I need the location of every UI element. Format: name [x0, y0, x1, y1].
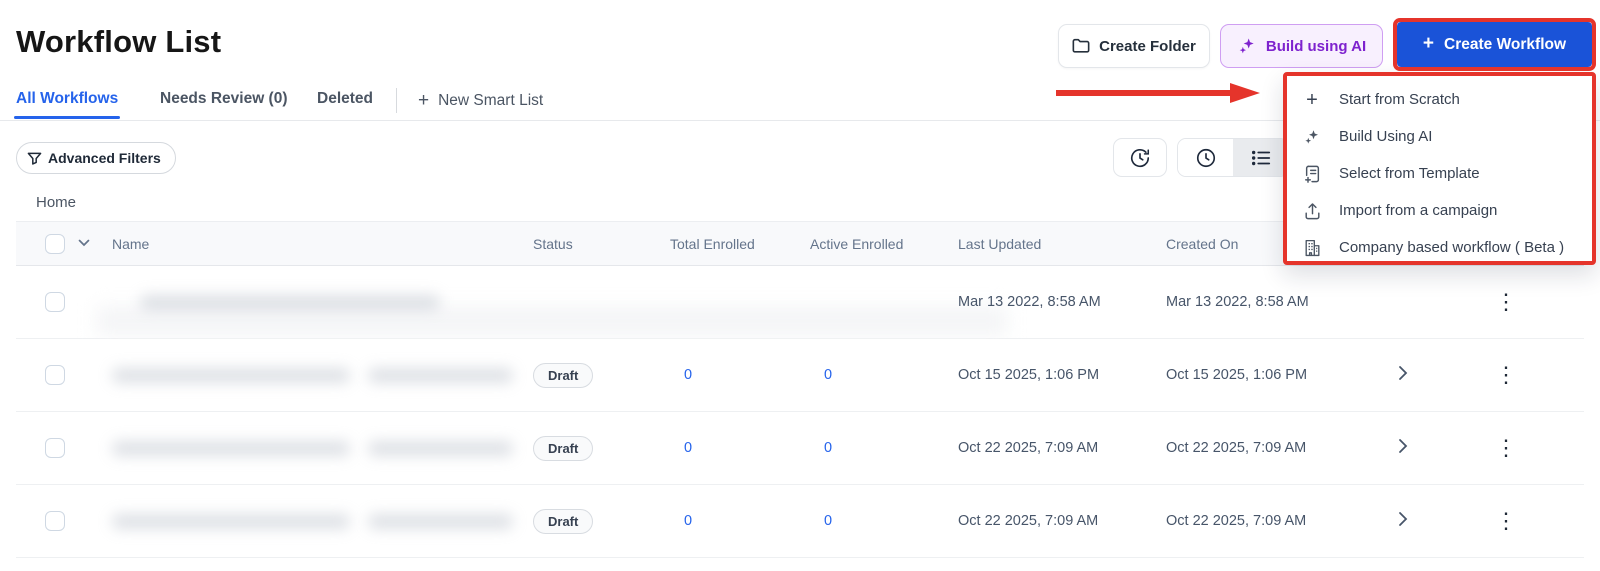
menu-item-label: Build Using AI — [1339, 128, 1432, 145]
company-building-icon — [1302, 239, 1322, 257]
create-workflow-dropdown: + Start from Scratch Build Using AI — [1283, 72, 1596, 265]
build-using-ai-label: Build using AI — [1266, 38, 1366, 55]
plus-icon: + — [1423, 33, 1434, 55]
import-upload-icon — [1302, 202, 1322, 220]
create-workflow-label: Create Workflow — [1444, 36, 1566, 54]
view-toggle — [1177, 138, 1289, 177]
menu-item-label: Import from a campaign — [1339, 202, 1497, 219]
col-name: Name — [112, 236, 149, 252]
active-enrolled-value[interactable]: 0 — [824, 513, 832, 529]
redacted-name-blur — [368, 514, 513, 529]
row-checkbox[interactable] — [45, 365, 65, 385]
menu-item-build-using-ai[interactable]: Build Using AI — [1287, 118, 1592, 155]
menu-item-company-based-workflow[interactable]: Company based workflow ( Beta ) — [1287, 229, 1592, 266]
view-recent-toggle[interactable] — [1178, 139, 1233, 176]
view-list-toggle[interactable] — [1233, 139, 1288, 176]
row-menu-kebab-icon[interactable]: ⋮ — [1494, 359, 1518, 391]
status-badge: Draft — [533, 436, 593, 461]
new-smart-list-label: New Smart List — [438, 92, 543, 110]
status-badge: Draft — [533, 363, 593, 388]
menu-item-label: Select from Template — [1339, 165, 1480, 182]
col-active-enrolled: Active Enrolled — [810, 236, 903, 252]
chevron-down-icon[interactable] — [78, 239, 90, 247]
created-on-value: Oct 22 2025, 7:09 AM — [1166, 513, 1306, 529]
row-checkbox[interactable] — [45, 511, 65, 531]
menu-item-start-from-scratch[interactable]: + Start from Scratch — [1287, 81, 1592, 118]
status-badge: Draft — [533, 509, 593, 534]
last-updated-value: Oct 22 2025, 7:09 AM — [958, 513, 1098, 529]
created-on-value: Oct 22 2025, 7:09 AM — [1166, 440, 1306, 456]
last-updated-value: Oct 15 2025, 1:06 PM — [958, 367, 1099, 383]
total-enrolled-value[interactable]: 0 — [684, 513, 692, 529]
redacted-name-blur — [368, 368, 513, 383]
sparkles-icon — [1237, 36, 1257, 56]
row-menu-kebab-icon[interactable]: ⋮ — [1494, 432, 1518, 464]
page-title: Workflow List — [16, 24, 221, 60]
col-total-enrolled: Total Enrolled — [670, 236, 755, 252]
row-checkbox[interactable] — [45, 438, 65, 458]
last-updated-value: Mar 13 2022, 8:58 AM — [958, 294, 1101, 310]
advanced-filters-label: Advanced Filters — [48, 150, 161, 166]
active-enrolled-value[interactable]: 0 — [824, 367, 832, 383]
menu-item-label: Company based workflow ( Beta ) — [1339, 239, 1564, 256]
table-row[interactable]: Draft 0 0 Oct 22 2025, 7:09 AM Oct 22 20… — [16, 412, 1584, 485]
annotation-box-create-workflow: + Create Workflow — [1393, 18, 1596, 71]
menu-item-label: Start from Scratch — [1339, 91, 1460, 108]
redacted-name-blur — [112, 514, 350, 529]
row-menu-kebab-icon[interactable]: ⋮ — [1494, 286, 1518, 318]
redacted-name-blur — [112, 441, 350, 456]
plus-icon: + — [1302, 91, 1322, 109]
tab-needs-review[interactable]: Needs Review (0) — [160, 90, 288, 108]
chevron-right-icon[interactable] — [1398, 511, 1408, 527]
funnel-icon — [27, 151, 42, 166]
chevron-right-icon[interactable] — [1398, 438, 1408, 454]
build-using-ai-button[interactable]: Build using AI — [1220, 24, 1383, 68]
table-row[interactable]: Draft 0 0 Oct 15 2025, 1:06 PM Oct 15 20… — [16, 339, 1584, 412]
row-checkbox[interactable] — [45, 292, 65, 312]
template-icon — [1302, 165, 1322, 183]
tab-divider — [396, 88, 397, 113]
total-enrolled-value[interactable]: 0 — [684, 440, 692, 456]
col-status: Status — [533, 236, 573, 252]
row-menu-kebab-icon[interactable]: ⋮ — [1494, 505, 1518, 537]
created-on-value: Mar 13 2022, 8:58 AM — [1166, 294, 1309, 310]
workflow-table: Name Status Total Enrolled Active Enroll… — [16, 221, 1584, 558]
table-row[interactable]: Draft 0 0 Oct 22 2025, 7:09 AM Oct 22 20… — [16, 485, 1584, 558]
create-workflow-button[interactable]: + Create Workflow — [1397, 22, 1592, 67]
tab-deleted[interactable]: Deleted — [317, 90, 373, 108]
redacted-name-blur — [368, 441, 513, 456]
col-created-on: Created On — [1166, 236, 1238, 252]
menu-item-import-from-campaign[interactable]: Import from a campaign — [1287, 192, 1592, 229]
last-updated-value: Oct 22 2025, 7:09 AM — [958, 440, 1098, 456]
breadcrumb[interactable]: Home — [36, 194, 76, 211]
created-on-value: Oct 15 2025, 1:06 PM — [1166, 367, 1307, 383]
select-all-checkbox[interactable] — [45, 234, 65, 254]
menu-item-select-from-template[interactable]: Select from Template — [1287, 155, 1592, 192]
table-row[interactable]: Mar 13 2022, 8:58 AM Mar 13 2022, 8:58 A… — [16, 266, 1584, 339]
redacted-name-blur — [96, 306, 1008, 336]
advanced-filters-button[interactable]: Advanced Filters — [16, 142, 176, 174]
col-last-updated: Last Updated — [958, 236, 1041, 252]
active-enrolled-value[interactable]: 0 — [824, 440, 832, 456]
list-icon — [1250, 147, 1272, 169]
new-smart-list-button[interactable]: + New Smart List — [418, 90, 543, 112]
tab-all-workflows[interactable]: All Workflows — [16, 90, 118, 108]
plus-icon: + — [418, 90, 429, 112]
total-enrolled-value[interactable]: 0 — [684, 367, 692, 383]
sparkles-icon — [1302, 128, 1322, 146]
redacted-name-blur — [112, 368, 350, 383]
clock-icon — [1195, 147, 1217, 169]
create-folder-label: Create Folder — [1099, 38, 1196, 55]
chevron-right-icon[interactable] — [1398, 365, 1408, 381]
redacted-name-blur — [140, 295, 440, 310]
workflow-list-page: Workflow List Create Folder Build using … — [0, 0, 1600, 571]
history-clock-icon — [1129, 147, 1151, 169]
folder-icon — [1072, 38, 1090, 54]
create-folder-button[interactable]: Create Folder — [1058, 24, 1210, 68]
run-history-button[interactable] — [1113, 138, 1167, 177]
